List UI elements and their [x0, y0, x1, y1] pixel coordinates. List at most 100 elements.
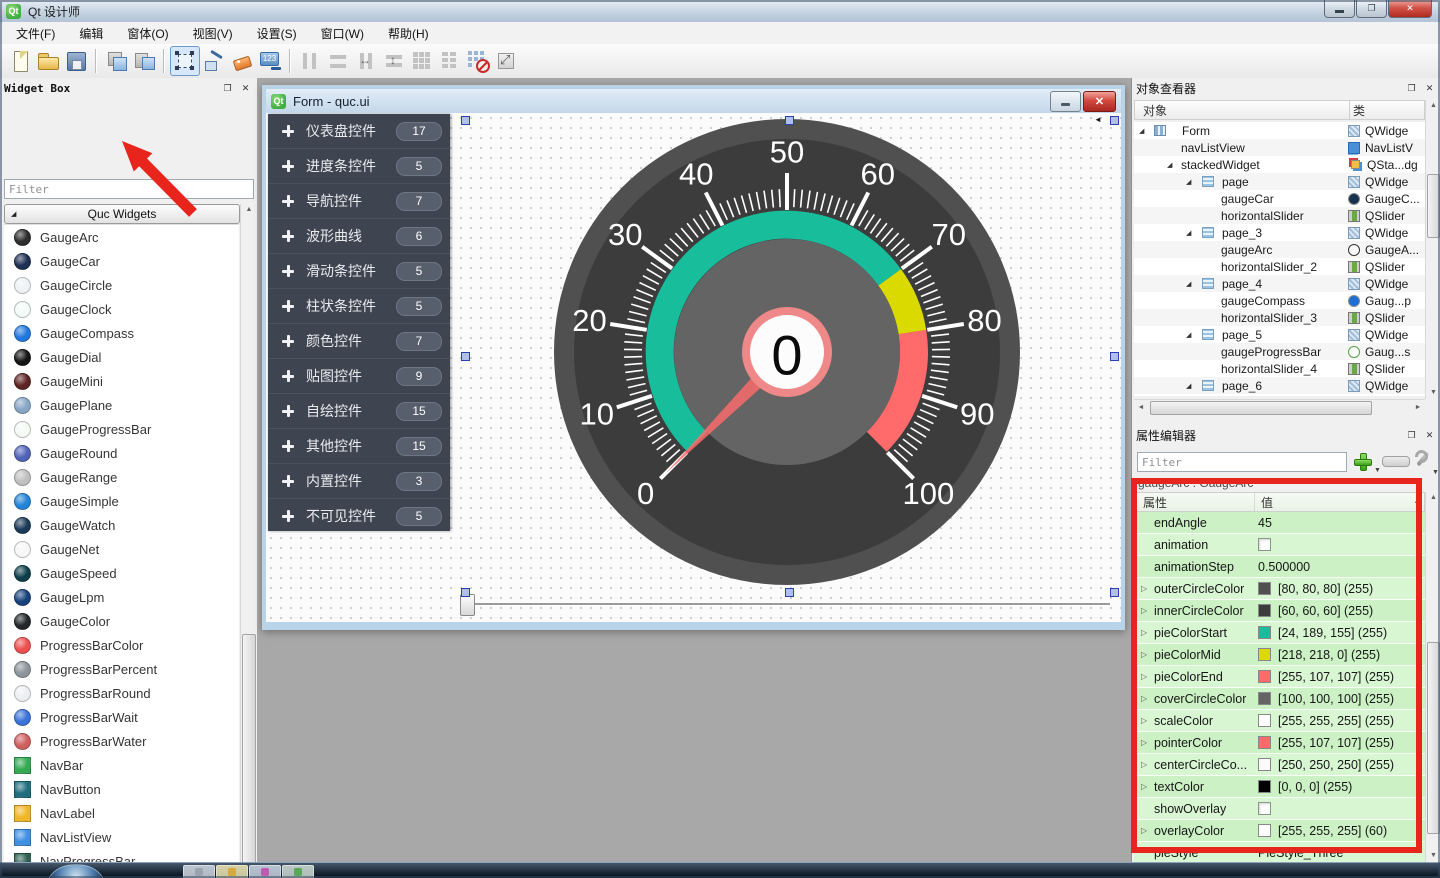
tree-row-navListView[interactable]: navListViewNavListV: [1134, 139, 1425, 156]
widget-item-GaugeRange[interactable]: GaugeRange: [4, 465, 239, 489]
open-form-button[interactable]: [34, 47, 62, 75]
widget-item-GaugeSimple[interactable]: GaugeSimple: [4, 489, 239, 513]
widget-item-ProgressBarWait[interactable]: ProgressBarWait: [4, 705, 239, 729]
save-form-button[interactable]: [62, 47, 90, 75]
tree-row-horizontalSlider[interactable]: horizontalSliderQSlider: [1134, 207, 1425, 224]
expand-icon[interactable]: ◢: [1186, 229, 1191, 237]
taskbar-app-1[interactable]: [183, 865, 215, 878]
nav-item-1[interactable]: 进度条控件5: [268, 148, 450, 183]
menu-item-0[interactable]: 文件(F): [4, 22, 67, 45]
inspector-vscrollbar[interactable]: ▲ ▼: [1425, 100, 1440, 399]
widget-item-NavListView[interactable]: NavListView: [4, 825, 239, 849]
tree-row-gaugeCompass[interactable]: gaugeCompassGaug...p: [1134, 292, 1425, 309]
selection-handle[interactable]: [461, 116, 470, 125]
tree-row-page_3[interactable]: ◢page_3QWidge: [1134, 224, 1425, 241]
widget-item-GaugeLpm[interactable]: GaugeLpm: [4, 585, 239, 609]
vscrollbar-thumb[interactable]: [1427, 174, 1440, 238]
widget-item-GaugePlane[interactable]: GaugePlane: [4, 393, 239, 417]
scroll-up-icon[interactable]: ▲: [241, 204, 257, 216]
nav-item-9[interactable]: 其他控件15: [268, 428, 450, 463]
selection-handle[interactable]: [785, 116, 794, 125]
sort-button[interactable]: [1382, 456, 1410, 467]
nav-item-3[interactable]: 波形曲线6: [268, 218, 450, 253]
layout-horizontal-button[interactable]: [296, 47, 324, 75]
widget-item-GaugeCircle[interactable]: GaugeCircle: [4, 273, 239, 297]
inspector-hscrollbar[interactable]: ◄ ►: [1134, 399, 1425, 416]
expand-icon[interactable]: ◢: [1186, 178, 1191, 186]
nav-item-6[interactable]: 颜色控件7: [268, 323, 450, 358]
edit-buddies-button[interactable]: [228, 47, 256, 75]
add-property-button[interactable]: [1348, 449, 1375, 473]
layout-form-button[interactable]: [436, 47, 464, 75]
widget-filter-input[interactable]: [4, 179, 254, 199]
tree-row-horizontalSlider_3[interactable]: horizontalSlider_3QSlider: [1134, 309, 1425, 326]
add-dropdown-icon[interactable]: ▼: [1374, 467, 1381, 474]
tree-row-gaugeArc[interactable]: gaugeArcGaugeA...: [1134, 241, 1425, 258]
expand-icon[interactable]: ◢: [1186, 382, 1191, 390]
close-panel-icon[interactable]: ✕: [1422, 82, 1437, 96]
edit-widgets-button[interactable]: [170, 46, 200, 76]
widget-item-GaugeProgressBar[interactable]: GaugeProgressBar: [4, 417, 239, 441]
taskbar-app-4[interactable]: [282, 865, 314, 878]
widget-item-NavLabel[interactable]: NavLabel: [4, 801, 239, 825]
form-minimize-button[interactable]: [1050, 91, 1081, 112]
layout-vertical-splitter-button[interactable]: [380, 47, 408, 75]
menu-item-5[interactable]: 窗口(W): [309, 22, 376, 45]
menu-item-3[interactable]: 视图(V): [181, 22, 245, 45]
tree-row-page_4[interactable]: ◢page_4QWidge: [1134, 275, 1425, 292]
menu-item-1[interactable]: 编辑: [67, 22, 115, 45]
widget-item-GaugeColor[interactable]: GaugeColor: [4, 609, 239, 633]
widget-item-ProgressBarColor[interactable]: ProgressBarColor: [4, 633, 239, 657]
tree-row-stackedWidget[interactable]: ◢stackedWidgetQSta...dg: [1134, 156, 1425, 173]
nav-item-2[interactable]: 导航控件7: [268, 183, 450, 218]
form-close-button[interactable]: ✕: [1083, 91, 1116, 112]
new-form-button[interactable]: [6, 47, 34, 75]
form-window-titlebar[interactable]: Qt Form - quc.ui ✕: [266, 89, 1121, 114]
float-panel-icon[interactable]: ❐: [1404, 82, 1419, 96]
selection-handle[interactable]: [1110, 116, 1119, 125]
selection-handle[interactable]: [1110, 588, 1119, 597]
gauge-arc-widget[interactable]: 01020304050607080901000: [554, 119, 1020, 585]
tree-row-Form[interactable]: ◢FormQWidge: [1134, 122, 1425, 139]
edit-signals-slots-button[interactable]: [200, 47, 228, 75]
configure-icon[interactable]: [1412, 449, 1434, 471]
selection-handle[interactable]: [461, 588, 470, 597]
widget-item-GaugeSpeed[interactable]: GaugeSpeed: [4, 561, 239, 585]
nav-item-8[interactable]: 自绘控件15: [268, 393, 450, 428]
layout-horizontal-splitter-button[interactable]: [352, 47, 380, 75]
restore-button[interactable]: ❐: [1356, 0, 1387, 18]
menu-item-4[interactable]: 设置(S): [245, 22, 309, 45]
widget-item-GaugeWatch[interactable]: GaugeWatch: [4, 513, 239, 537]
nav-item-7[interactable]: 贴图控件9: [268, 358, 450, 393]
selection-handle[interactable]: [1110, 352, 1119, 361]
property-filter-input[interactable]: [1137, 452, 1347, 472]
layout-grid-button[interactable]: [408, 47, 436, 75]
widget-item-GaugeDial[interactable]: GaugeDial: [4, 345, 239, 369]
tree-row-page[interactable]: ◢pageQWidge: [1134, 173, 1425, 190]
widget-item-GaugeCompass[interactable]: GaugeCompass: [4, 321, 239, 345]
inspector-columns[interactable]: 对象 类: [1134, 100, 1425, 120]
tree-row-horizontalSlider_2[interactable]: horizontalSlider_2QSlider: [1134, 258, 1425, 275]
slider-handle[interactable]: [460, 594, 475, 616]
close-panel-icon[interactable]: ✕: [1422, 429, 1437, 443]
widget-category-header[interactable]: ◢ Quc Widgets: [4, 204, 240, 224]
nav-item-10[interactable]: 内置控件3: [268, 463, 450, 498]
widget-item-NavBar[interactable]: NavBar: [4, 753, 239, 777]
selection-handle[interactable]: [785, 588, 794, 597]
selection-handle[interactable]: [461, 352, 470, 361]
widget-item-ProgressBarRound[interactable]: ProgressBarRound: [4, 681, 239, 705]
menu-item-6[interactable]: 帮助(H): [376, 22, 441, 45]
widget-item-GaugeArc[interactable]: GaugeArc: [4, 225, 239, 249]
nav-item-5[interactable]: 柱状条控件5: [268, 288, 450, 323]
vscrollbar-thumb[interactable]: [1427, 642, 1440, 834]
widget-item-GaugeCar[interactable]: GaugeCar: [4, 249, 239, 273]
widget-box-scrollbar[interactable]: ▲ ▼: [240, 204, 257, 878]
tree-row-page_5[interactable]: ◢page_5QWidge: [1134, 326, 1425, 343]
property-vscrollbar[interactable]: ▲ ▼: [1425, 492, 1440, 862]
layout-vertical-button[interactable]: [324, 47, 352, 75]
nav-item-4[interactable]: 滑动条控件5: [268, 253, 450, 288]
cascade-windows-button[interactable]: [102, 47, 130, 75]
adjust-size-button[interactable]: [492, 47, 520, 75]
widget-item-GaugeNet[interactable]: GaugeNet: [4, 537, 239, 561]
widget-item-ProgressBarWater[interactable]: ProgressBarWater: [4, 729, 239, 753]
